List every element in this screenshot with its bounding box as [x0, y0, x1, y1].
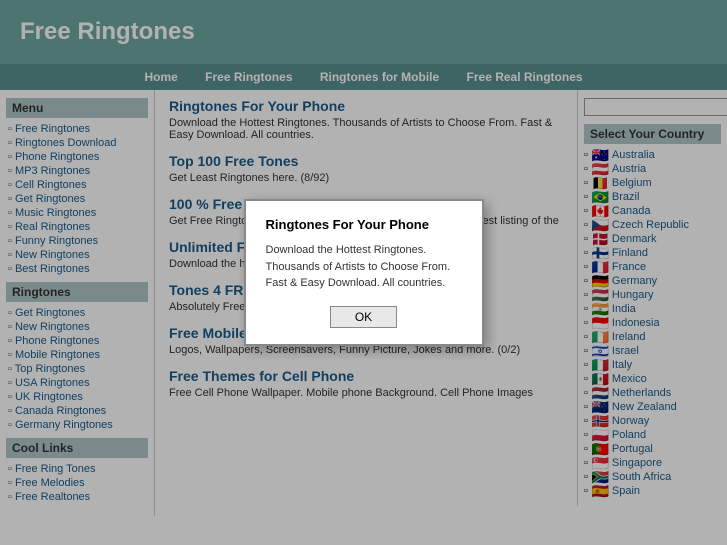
- modal-body: Download the Hottest Ringtones. Thousand…: [266, 242, 462, 292]
- modal-overlay[interactable]: Ringtones For Your Phone Download the Ho…: [0, 0, 727, 545]
- modal-ok-button[interactable]: OK: [330, 306, 397, 328]
- modal-dialog: Ringtones For Your Phone Download the Ho…: [244, 199, 484, 346]
- modal-title: Ringtones For Your Phone: [266, 217, 462, 232]
